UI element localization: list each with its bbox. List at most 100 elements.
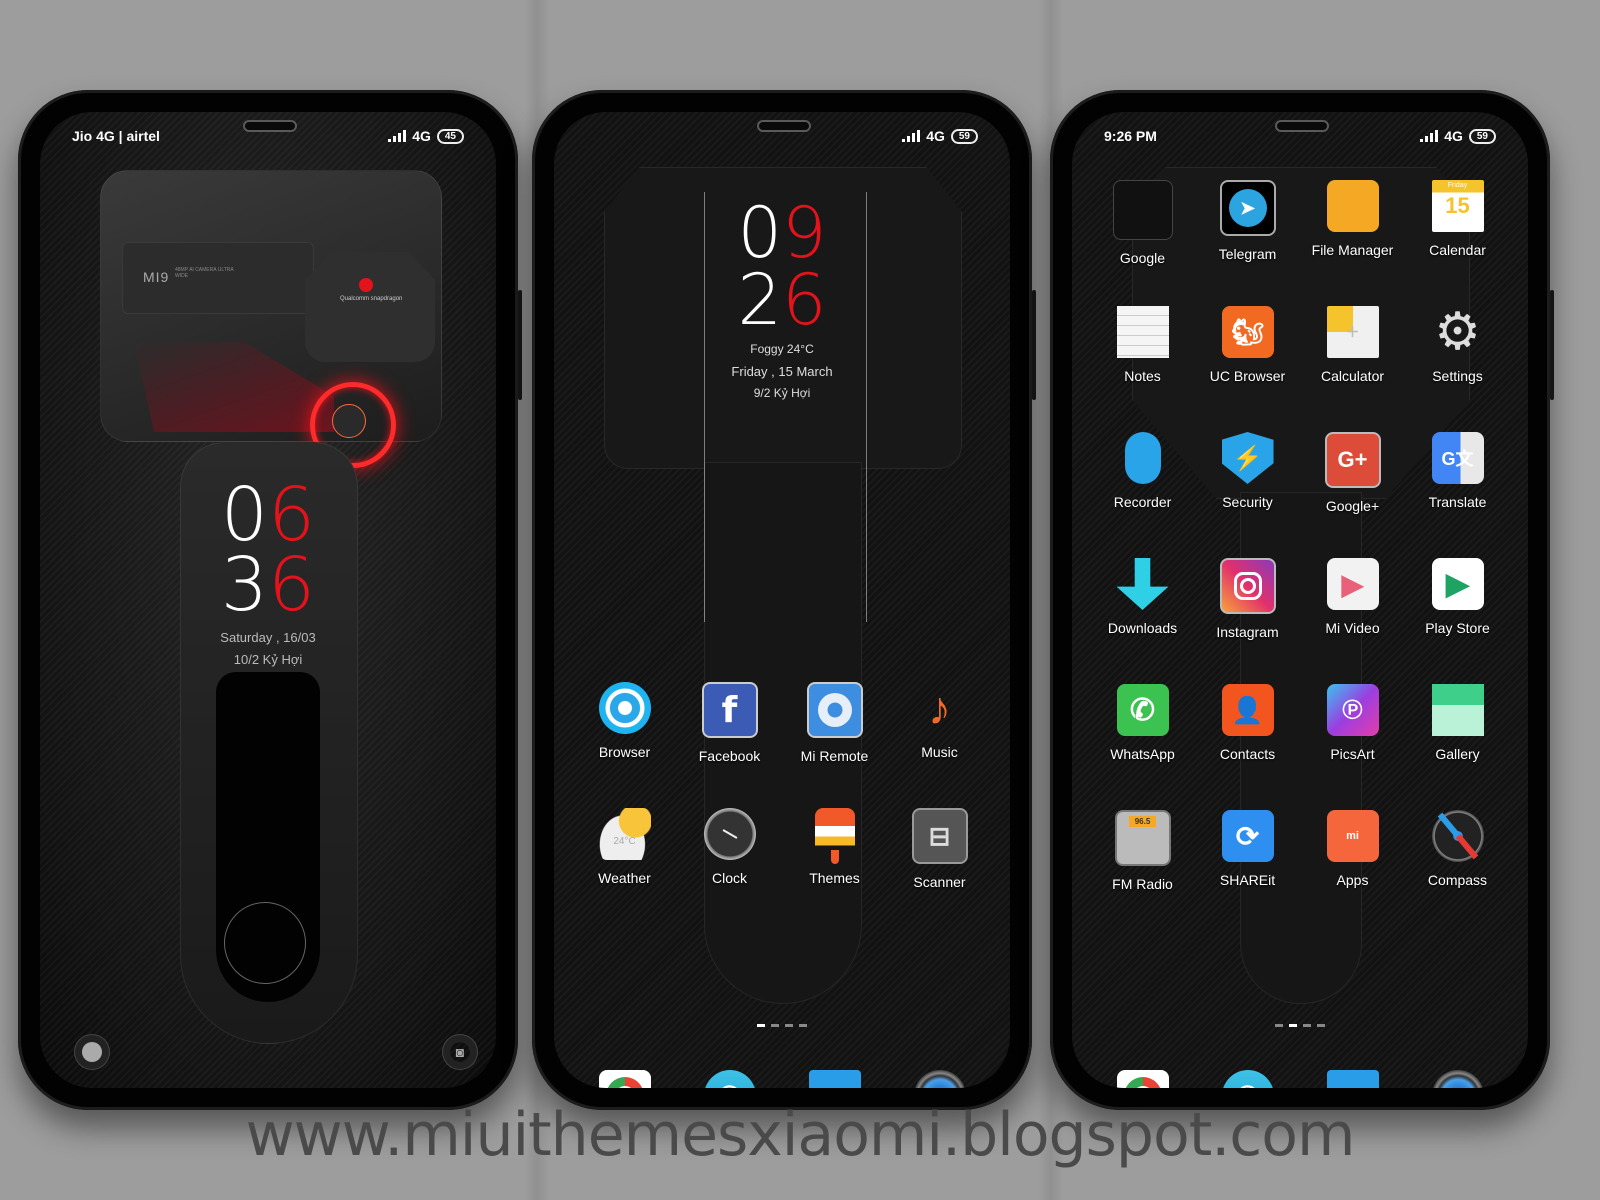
carrier-label: Jio 4G | airtel [72,128,160,144]
app-label: Downloads [1107,620,1178,636]
home-screen-1: 4G 59 09 26 Foggy 24°C Friday , 15 March… [554,112,1010,1088]
app-uc-browser[interactable]: 🐿 UC Browser [1195,306,1300,432]
app-notes[interactable]: Notes [1090,306,1195,432]
dock: ✆ ••• [1072,1070,1528,1088]
page-dot[interactable] [757,1024,765,1027]
file-manager-icon [1326,180,1379,232]
app-mi-remote[interactable]: Mi Remote [782,682,887,808]
app-browser[interactable]: Browser [572,682,677,808]
app-label: Mi Remote [800,748,869,764]
battery-icon: 45 [436,128,464,144]
mi-apps-icon: mi [1326,810,1379,862]
fm-radio-icon: 96.5 [1114,810,1171,866]
app-facebook[interactable]: f Facebook [677,682,782,808]
whatsapp-icon: ✆ [1116,684,1169,736]
app-downloads[interactable]: Downloads [1090,558,1195,684]
contacts-icon: 👤 [1221,684,1274,736]
app-label: Scanner [913,874,966,890]
page-dot[interactable] [1275,1024,1283,1027]
app-label: Compass [1427,872,1488,888]
chip-plate: Qualcomm snapdragon [305,252,435,362]
app-calendar[interactable]: Friday 15 Calendar [1405,180,1510,306]
dock-phone[interactable]: ✆ [1195,1070,1300,1088]
clock-minute-digit-1: 2 [737,258,782,341]
app-label: Gallery [1435,746,1480,762]
app-picsart[interactable]: ℗ PicsArt [1300,684,1405,810]
wallpaper-panel: MI9 48MP AI CAMERA ULTRA WIDE [122,242,314,314]
app-music[interactable]: ♪ Music [887,682,992,808]
shareit-icon: ⟳ [1221,810,1274,862]
app-label: File Manager [1311,242,1394,258]
camera-icon [913,1070,966,1088]
app-security[interactable]: ⚡ Security [1195,432,1300,558]
page-dot[interactable] [1317,1024,1325,1027]
facebook-icon: f [701,682,758,738]
app-compass[interactable]: Compass [1405,810,1510,936]
phone-home-1: 4G 59 09 26 Foggy 24°C Friday , 15 March… [532,90,1036,1110]
app-label: Google+ [1325,498,1380,514]
app-instagram[interactable]: Instagram [1195,558,1300,684]
app-recorder[interactable]: Recorder [1090,432,1195,558]
app-scanner[interactable]: ⊟ Scanner [887,808,992,934]
page-dot[interactable] [1289,1024,1297,1027]
tool-shortcut-icon[interactable] [82,1042,102,1062]
mi-remote-icon [806,682,863,738]
app-whatsapp[interactable]: ✆ WhatsApp [1090,684,1195,810]
app-label: Notes [1124,368,1161,384]
app-telegram[interactable]: ➤ Telegram [1195,180,1300,306]
camera-shortcut-icon[interactable]: ◙ [450,1042,470,1062]
weather-icon: 24°C [598,808,651,860]
home-clock-widget[interactable]: 09 26 [554,198,1010,335]
app-contacts[interactable]: 👤 Contacts [1195,684,1300,810]
gallery-icon [1431,684,1484,736]
calculator-icon: ＋ [1326,306,1379,358]
app-weather[interactable]: 24°C Weather [572,808,677,934]
dock-messages[interactable]: ••• [1300,1070,1405,1088]
watermark: www.miuithemesxiaomi.blogspot.com [245,1100,1356,1170]
app-gallery[interactable]: Gallery [1405,684,1510,810]
app-mi-video[interactable]: ▶ Mi Video [1300,558,1405,684]
app-grid: Google ➤ Telegram File Manager Friday 15 Ca… [1090,180,1510,936]
app-google-plus[interactable]: G+ Google+ [1300,432,1405,558]
page-dot[interactable] [771,1024,779,1027]
app-mi-apps[interactable]: mi Apps [1300,810,1405,936]
page-dot[interactable] [785,1024,793,1027]
dock-messages[interactable]: ••• [782,1070,887,1088]
weather-text: Foggy 24°C [750,342,814,356]
app-settings[interactable]: ⚙ Settings [1405,303,1510,432]
page-indicator [554,1024,1010,1027]
dock-phone[interactable]: ✆ [677,1070,782,1088]
picsart-icon: ℗ [1326,684,1379,736]
app-translate[interactable]: G文 Translate [1405,432,1510,558]
app-label: WhatsApp [1110,746,1175,762]
notes-icon [1116,306,1169,358]
dock-camera[interactable] [1405,1070,1510,1088]
app-file-manager[interactable]: File Manager [1300,180,1405,306]
app-label: Facebook [698,748,761,764]
page-dot[interactable] [1303,1024,1311,1027]
page-indicator [1072,1024,1528,1027]
app-calculator[interactable]: ＋ Calculator [1300,306,1405,432]
dock-camera[interactable] [887,1070,992,1088]
clock-minute-digit-1: 3 [220,542,268,629]
app-clock[interactable]: Clock [677,808,782,934]
app-label: Apps [1336,872,1369,888]
compass-icon [1431,810,1484,862]
dock-chrome[interactable] [572,1070,677,1088]
battery-icon: 59 [950,128,978,144]
app-google-folder[interactable]: Google [1090,180,1195,306]
snapdragon-logo-icon [359,278,373,292]
app-fm-radio[interactable]: 96.5 FM Radio [1090,810,1195,936]
app-label: Music [921,744,958,760]
settings-icon: ⚙ [1434,303,1481,361]
dock-chrome[interactable] [1090,1070,1195,1088]
app-themes[interactable]: Themes [782,808,887,934]
network-type: 4G [1444,128,1463,144]
phone-home-2: 9:26 PM 4G 59 Google ➤ Telegram File Mana… [1050,90,1554,1110]
chrome-icon [1116,1070,1169,1088]
page-dot[interactable] [799,1024,807,1027]
mi-video-icon: ▶ [1326,558,1379,610]
translate-icon: G文 [1431,432,1484,484]
app-play-store[interactable]: ▶ Play Store [1405,558,1510,684]
app-shareit[interactable]: ⟳ SHAREit [1195,810,1300,936]
